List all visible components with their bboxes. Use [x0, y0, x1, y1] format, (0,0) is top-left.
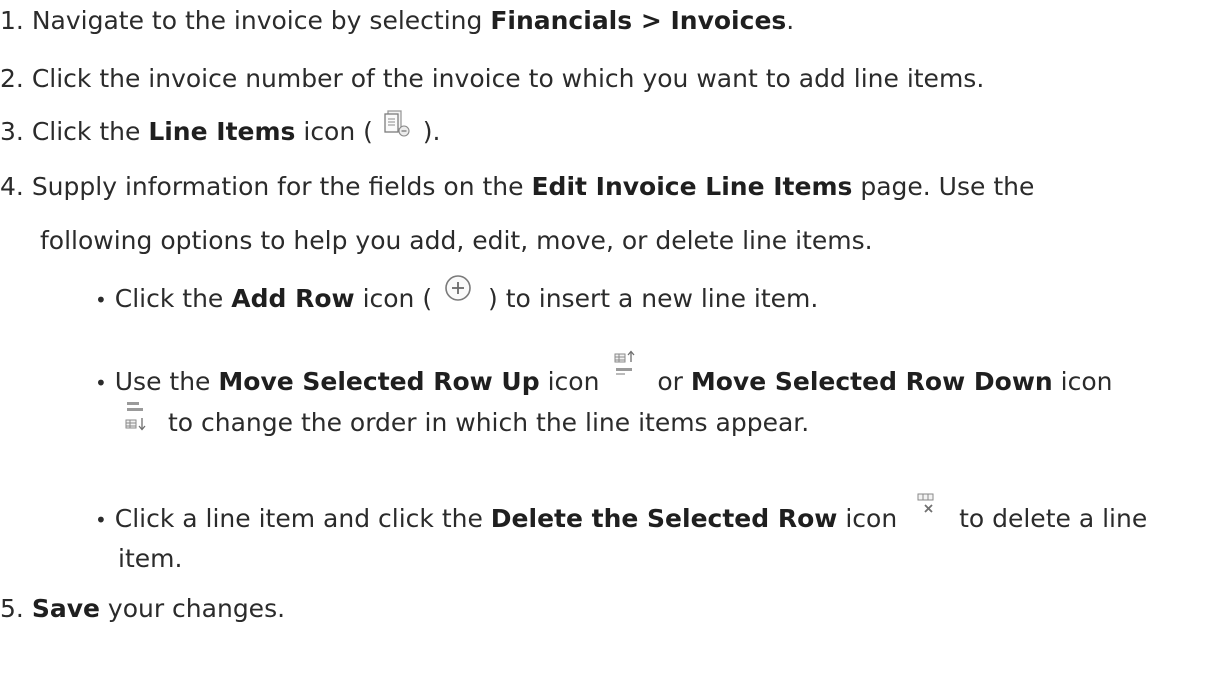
bullet-dot: •: [95, 508, 107, 532]
bullet-move-rows-continuation: to change the order in which the line it…: [118, 398, 809, 438]
step-text: Click the: [114, 284, 232, 313]
add-row-icon: [442, 272, 474, 304]
bullet-dot: •: [95, 371, 107, 395]
instructions: 1. Navigate to the invoice by selecting …: [0, 0, 1207, 684]
step-text: Supply information for the fields on the: [31, 172, 532, 201]
step-4: 4. Supply information for the fields on …: [0, 174, 1034, 199]
step-text: to change the order in which the line it…: [160, 408, 810, 437]
step-number: 2.: [0, 64, 24, 93]
step-text: or: [649, 367, 691, 396]
step-number: 5.: [0, 594, 24, 623]
menu-path: Financials > Invoices: [490, 6, 787, 35]
step-text: your changes.: [99, 594, 286, 623]
move-row-up-icon: [607, 348, 643, 384]
step-3: 3. Click the Line Items icon ( ).: [0, 108, 441, 144]
step-text: Click a line item and click the: [114, 504, 491, 533]
step-text: Navigate to the invoice by selecting: [31, 6, 491, 35]
ui-name: Move Selected Row Up: [218, 367, 540, 396]
bullet-add-row: • Click the Add Row icon ( ) to insert a…: [95, 272, 818, 311]
move-row-down-icon: [118, 398, 154, 438]
step-text: to delete a line: [951, 504, 1148, 533]
step-2: 2. Click the invoice number of the invoi…: [0, 66, 984, 91]
step-text: icon: [837, 504, 906, 533]
line-items-icon: [383, 108, 413, 142]
step-text: following options to help you add, edit,…: [40, 226, 873, 255]
bullet-move-rows: • Use the Move Selected Row Up icon or M…: [95, 350, 1113, 396]
step-text: page. Use the: [852, 172, 1035, 201]
step-5: 5. Save your changes.: [0, 596, 285, 621]
bullet-delete-row-continuation: item.: [118, 546, 182, 571]
step-1: 1. Navigate to the invoice by selecting …: [0, 8, 794, 33]
ui-name: Delete the Selected Row: [490, 504, 838, 533]
step-text: Use the: [114, 367, 219, 396]
step-text: icon (: [354, 284, 441, 313]
bullet-dot: •: [95, 288, 107, 312]
ui-name: Move Selected Row Down: [690, 367, 1053, 396]
step-text: ).: [414, 117, 441, 146]
step-text: icon (: [295, 117, 381, 146]
step-4-continuation: following options to help you add, edit,…: [40, 228, 873, 253]
step-number: 3.: [0, 117, 24, 146]
bullet-delete-row: • Click a line item and click the Delete…: [95, 493, 1148, 533]
step-number: 1.: [0, 6, 24, 35]
ui-name: Save: [31, 594, 100, 623]
ui-name: Line Items: [148, 117, 296, 146]
step-text: icon: [1052, 367, 1113, 396]
page-name: Edit Invoice Line Items: [531, 172, 853, 201]
step-text: item.: [118, 544, 183, 573]
step-number: 4.: [0, 172, 24, 201]
step-text: .: [786, 6, 795, 35]
step-text: Click the: [31, 117, 149, 146]
ui-name: Add Row: [231, 284, 355, 313]
step-text: icon: [539, 367, 608, 396]
delete-row-icon: [909, 489, 945, 523]
step-text: ) to insert a new line item.: [480, 284, 819, 313]
step-text: Click the invoice number of the invoice …: [31, 64, 985, 93]
